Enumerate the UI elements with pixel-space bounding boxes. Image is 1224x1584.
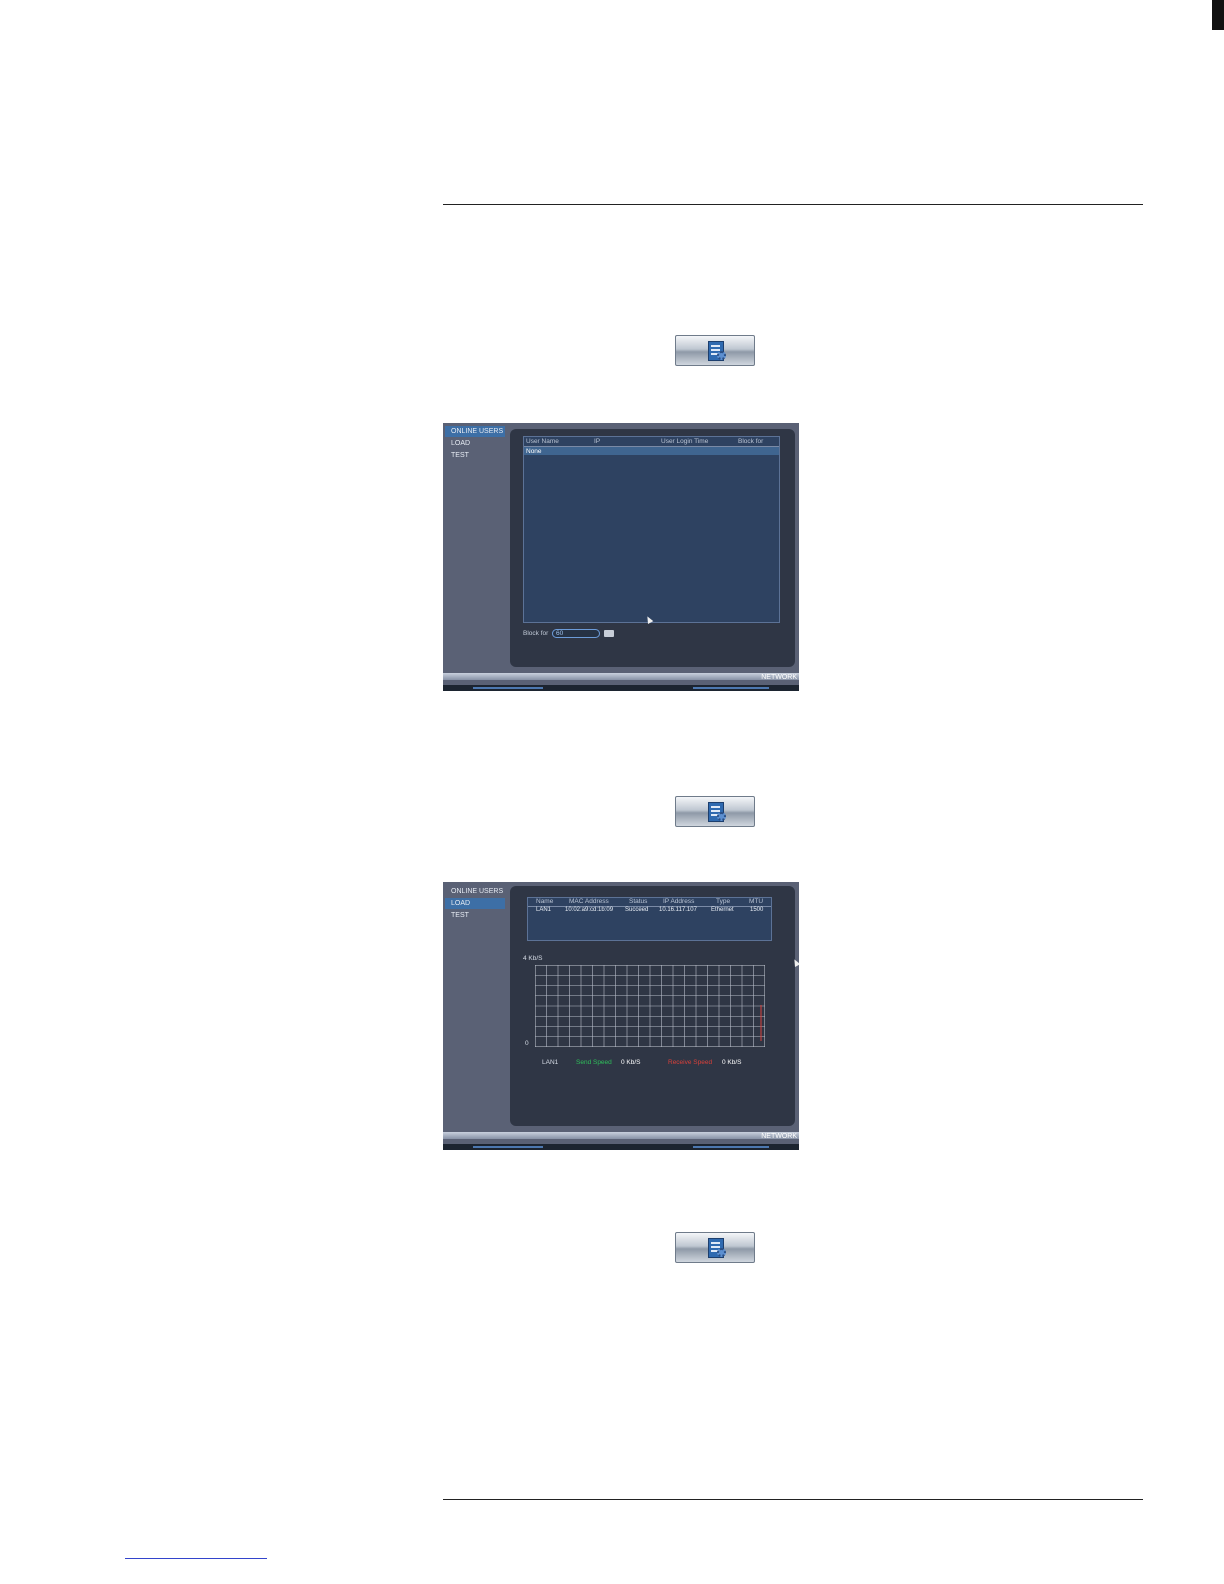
legend-send-value: 0 Kb/S	[621, 1059, 641, 1066]
menu-item-load[interactable]: LOAD	[445, 898, 505, 909]
block-for-button[interactable]	[604, 630, 614, 637]
menu-item-online-users[interactable]: ONLINE USERS	[445, 886, 505, 897]
legend-send-label: Send Speed	[576, 1059, 612, 1066]
table-header: Name MAC Address Status IP Address Type …	[528, 898, 771, 907]
legend-interface: LAN1	[542, 1059, 559, 1066]
column-header: IP Address	[663, 898, 695, 905]
table-cell: LAN1	[536, 907, 552, 913]
graph-max-label: 4 Kb/S	[523, 955, 543, 962]
graph-min-label: 0	[525, 1040, 529, 1047]
footer-label: NETWORK	[761, 674, 797, 681]
load-screenshot: ONLINE USERS LOAD TEST Name MAC Address …	[443, 882, 799, 1150]
gear-icon	[717, 812, 726, 821]
footer-link-underline[interactable]	[125, 1558, 267, 1559]
column-header: User Login Time	[661, 438, 709, 445]
header-rule	[443, 204, 1143, 205]
table-cell: 10:02:a9:cd:1b:09	[565, 907, 614, 913]
column-header: MTU	[749, 898, 764, 905]
menu-item-load[interactable]: LOAD	[445, 438, 505, 449]
online-users-table: User Name IP User Login Time Block for N…	[523, 436, 780, 623]
load-graph	[535, 965, 765, 1047]
block-for-label: Block for	[523, 630, 549, 637]
table-cell: 10.16.117.107	[659, 907, 697, 913]
setup-button-icon	[675, 335, 755, 366]
column-header: Name	[536, 898, 554, 905]
block-for-input[interactable]: 60	[552, 629, 600, 638]
table-row[interactable]: None	[524, 447, 779, 455]
setup-button-icon	[675, 1232, 755, 1263]
taskbar-strip	[443, 685, 799, 691]
menu-item-test[interactable]: TEST	[445, 450, 505, 461]
table-cell: None	[526, 448, 542, 455]
column-header: IP	[594, 438, 601, 445]
table-cell: Succeed	[625, 907, 649, 913]
network-load-table: Name MAC Address Status IP Address Type …	[527, 897, 772, 941]
load-panel: Name MAC Address Status IP Address Type …	[510, 886, 795, 1126]
gear-icon	[717, 1248, 726, 1257]
footer-bar	[443, 1132, 799, 1139]
gear-icon	[717, 351, 726, 360]
footer-bar	[443, 673, 799, 680]
column-header: User Name	[526, 438, 559, 445]
taskbar-strip	[443, 1144, 799, 1150]
legend-receive-label: Receive Speed	[668, 1059, 713, 1066]
table-row[interactable]: LAN1 10:02:a9:cd:1b:09 Succeed 10.16.117…	[528, 907, 771, 915]
online-users-panel: User Name IP User Login Time Block for N…	[510, 429, 795, 667]
table-cell: Ethernet	[711, 907, 734, 913]
page-edge-marker	[1212, 0, 1224, 30]
online-users-screenshot: ONLINE USERS LOAD TEST User Name IP User…	[443, 423, 799, 691]
column-header: Status	[629, 898, 648, 905]
menu-item-test[interactable]: TEST	[445, 910, 505, 921]
column-header: Block for	[738, 438, 764, 445]
table-cell: 1500	[750, 907, 764, 913]
setup-button-icon	[675, 796, 755, 827]
footer-rule	[443, 1499, 1143, 1500]
legend-receive-value: 0 Kb/S	[722, 1059, 742, 1066]
footer-label: NETWORK	[761, 1133, 797, 1140]
menu-item-online-users[interactable]: ONLINE USERS	[445, 426, 505, 437]
column-header: MAC Address	[569, 898, 609, 905]
table-header: User Name IP User Login Time Block for	[524, 437, 779, 447]
column-header: Type	[716, 898, 731, 905]
